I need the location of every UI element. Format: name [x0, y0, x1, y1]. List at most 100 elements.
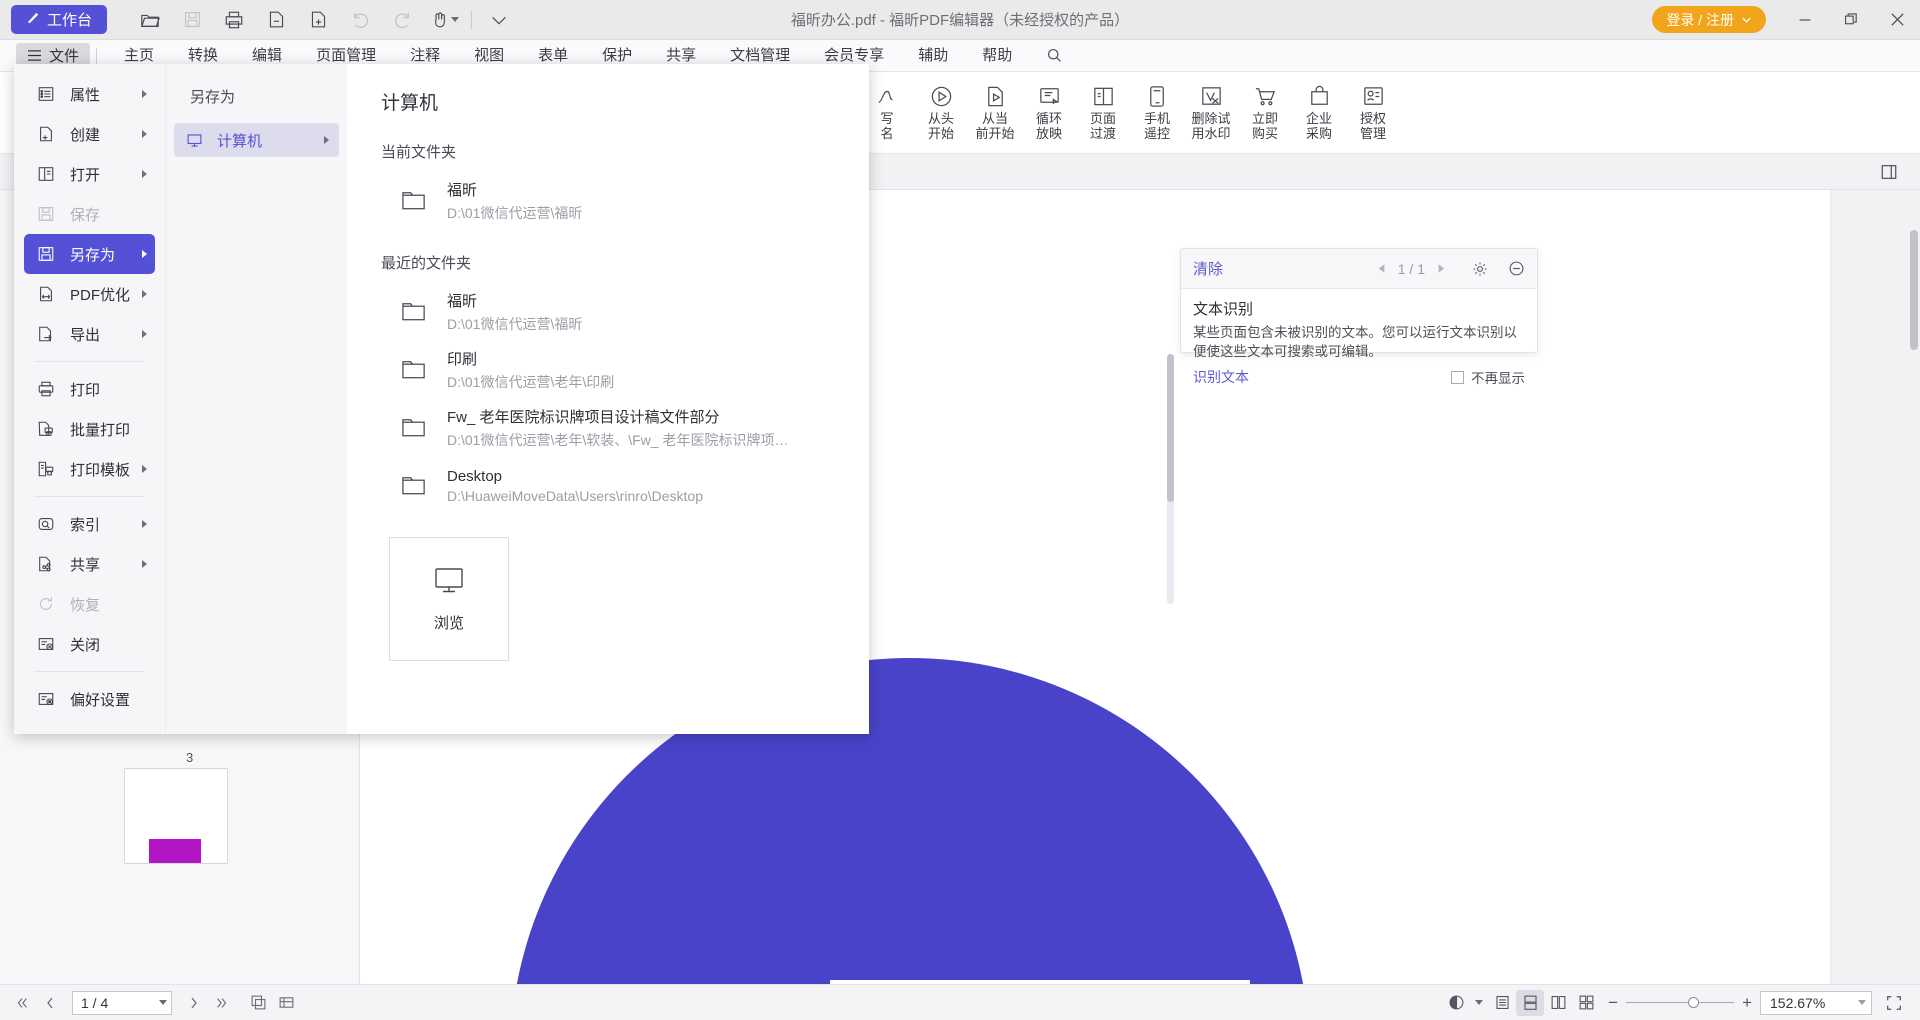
zoom-level-input[interactable]: 152.67% [1760, 990, 1872, 1015]
customize-icon[interactable] [478, 3, 520, 37]
slider-knob[interactable] [1688, 997, 1700, 1008]
save-as-icon[interactable] [255, 3, 297, 37]
folder-item[interactable]: 福昕 D:\01微信代运营\福昕 [381, 172, 869, 230]
file-menu-item-share[interactable]: 共享 [24, 544, 155, 584]
next-triangle-icon[interactable] [1435, 261, 1446, 277]
panel-title: 文本识别 [1193, 301, 1254, 318]
ribbon-item-enterprise-purchase[interactable]: 企业 采购 [1292, 72, 1346, 141]
contrast-icon[interactable] [1442, 990, 1470, 1016]
ribbon-item-loop-play[interactable]: 循环 放映 [1022, 72, 1076, 141]
play-icon [929, 81, 954, 111]
folder-item[interactable]: Desktop D:\HuaweiMoveData\Users\rinro\De… [381, 457, 869, 515]
file-menu-item-index[interactable]: 索引 [24, 504, 155, 544]
snapshot-icon[interactable] [274, 990, 298, 1016]
file-menu-label: 保存 [70, 206, 101, 224]
print-template-icon [34, 460, 58, 478]
print-icon[interactable] [213, 3, 255, 37]
file-menu-item-batch-print[interactable]: 批量打印 [24, 409, 155, 449]
login-register-button[interactable]: 登录 / 注册 [1652, 6, 1766, 33]
file-menu-label: 索引 [70, 516, 101, 534]
file-menu-item-properties[interactable]: 属性 [24, 74, 155, 114]
thumbnail-page[interactable] [124, 768, 228, 864]
dont-show-again-checkbox[interactable]: 不再显示 [1451, 367, 1525, 387]
zoom-slider[interactable] [1626, 996, 1735, 1010]
open-icon[interactable] [129, 3, 171, 37]
tab-accessibility[interactable]: 辅助 [901, 40, 965, 72]
folder-item[interactable]: 福昕 D:\01微信代运营\福昕 [381, 283, 869, 341]
zoom-out-button[interactable]: − [1608, 993, 1618, 1013]
single-page-icon[interactable] [1488, 990, 1516, 1016]
clear-button[interactable]: 清除 [1193, 258, 1223, 279]
file-menu-divider [34, 496, 145, 497]
minus-circle-icon[interactable] [1508, 260, 1525, 277]
recent-folders-scrollbar[interactable] [1167, 354, 1174, 604]
zoom-controls: − + [1608, 993, 1752, 1013]
duplicate-icon[interactable] [246, 990, 270, 1016]
chevron-right-icon [142, 560, 147, 568]
prev-page-icon[interactable] [38, 990, 62, 1016]
continuous-icon[interactable] [1516, 989, 1545, 1016]
file-menu-item-restore[interactable]: 恢复 [24, 584, 155, 624]
file-menu-item-preferences[interactable]: 偏好设置 [24, 679, 155, 719]
ribbon-item-phone-remote[interactable]: 手机 遥控 [1130, 72, 1184, 141]
file-menu-item-save-as[interactable]: 另存为 [24, 234, 155, 274]
vertical-scrollbar[interactable] [1910, 230, 1918, 350]
file-menu-item-export[interactable]: 导出 [24, 314, 155, 354]
ribbon-item-license-management[interactable]: 授权 管理 [1346, 72, 1400, 141]
ribbon-label: 从当 前开始 [975, 111, 1015, 141]
restore-button[interactable] [1828, 0, 1874, 40]
optimize-icon [34, 285, 58, 303]
gear-icon[interactable] [1472, 261, 1488, 277]
theme-dropdown-caret[interactable] [1470, 990, 1488, 1016]
panel-header: 清除 1 / 1 [1181, 249, 1537, 289]
bag-icon [1307, 81, 1332, 111]
fullscreen-icon[interactable] [1880, 990, 1908, 1016]
undo-icon[interactable] [339, 3, 381, 37]
ribbon-label: 页面 过渡 [1089, 111, 1116, 141]
folder-icon [401, 416, 447, 440]
next-page-icon[interactable] [182, 990, 206, 1016]
minimize-button[interactable] [1782, 0, 1828, 40]
save-target-computer[interactable]: 计算机 [174, 123, 339, 157]
tab-help[interactable]: 帮助 [965, 40, 1029, 72]
panel-page-indicator: 1 / 1 [1397, 260, 1425, 277]
close-button[interactable] [1874, 0, 1920, 40]
file-menu-item-print-template[interactable]: 打印模板 [24, 449, 155, 489]
title-bar: 工作台 福昕办公.pdf - 福昕PDF编辑器（未经授权的产品） 登录 / 注册 [0, 0, 1920, 40]
new-file-icon[interactable] [297, 3, 339, 37]
browse-button[interactable]: 浏览 [389, 537, 509, 661]
panel-toggle-icon[interactable] [1874, 157, 1904, 187]
hand-tool-icon[interactable] [423, 3, 465, 37]
hamburger-icon [27, 50, 41, 61]
two-page-icon[interactable] [1544, 990, 1572, 1016]
redo-icon[interactable] [381, 3, 423, 37]
file-menu-item-create[interactable]: 创建 [24, 114, 155, 154]
search-icon[interactable] [1039, 40, 1069, 72]
file-menu-item-close[interactable]: 关闭 [24, 624, 155, 664]
recognize-text-link[interactable]: 识别文本 [1193, 367, 1249, 387]
folder-name: Fw_ 老年医院标识牌项目设计稿文件部分 [447, 409, 720, 426]
two-page-continuous-icon[interactable] [1572, 990, 1600, 1016]
workbench-button[interactable]: 工作台 [11, 5, 108, 34]
ribbon-item-page-transition[interactable]: 页面 过渡 [1076, 72, 1130, 141]
first-page-icon[interactable] [10, 990, 34, 1016]
ribbon-item-from-current[interactable]: 从当 前开始 [968, 72, 1022, 141]
file-menu-item-save[interactable]: 保存 [24, 194, 155, 234]
scrollbar-thumb[interactable] [1167, 354, 1174, 502]
folder-item[interactable]: Fw_ 老年医院标识牌项目设计稿文件部分 D:\01微信代运营\老年\软装、\F… [381, 399, 869, 457]
ribbon-item-remove-watermark[interactable]: 删除试 用水印 [1184, 72, 1238, 141]
chevron-down-icon [450, 17, 459, 22]
ribbon-item-buy-now[interactable]: 立即 购买 [1238, 72, 1292, 141]
file-menu-item-open[interactable]: 打开 [24, 154, 155, 194]
slider-track [1626, 1002, 1735, 1003]
prev-triangle-icon[interactable] [1377, 261, 1388, 277]
file-menu-label: PDF优化 [70, 286, 131, 304]
file-menu-item-pdf-optimize[interactable]: PDF优化 [24, 274, 155, 314]
zoom-in-button[interactable]: + [1742, 993, 1752, 1013]
ribbon-item-from-start[interactable]: 从头 开始 [914, 72, 968, 141]
save-icon[interactable] [171, 3, 213, 37]
folder-item[interactable]: 印刷 D:\01微信代运营\老年\印刷 [381, 341, 869, 399]
file-menu-item-print[interactable]: 打印 [24, 369, 155, 409]
page-number-input[interactable]: 1 / 4 [72, 990, 172, 1015]
last-page-icon[interactable] [210, 990, 234, 1016]
